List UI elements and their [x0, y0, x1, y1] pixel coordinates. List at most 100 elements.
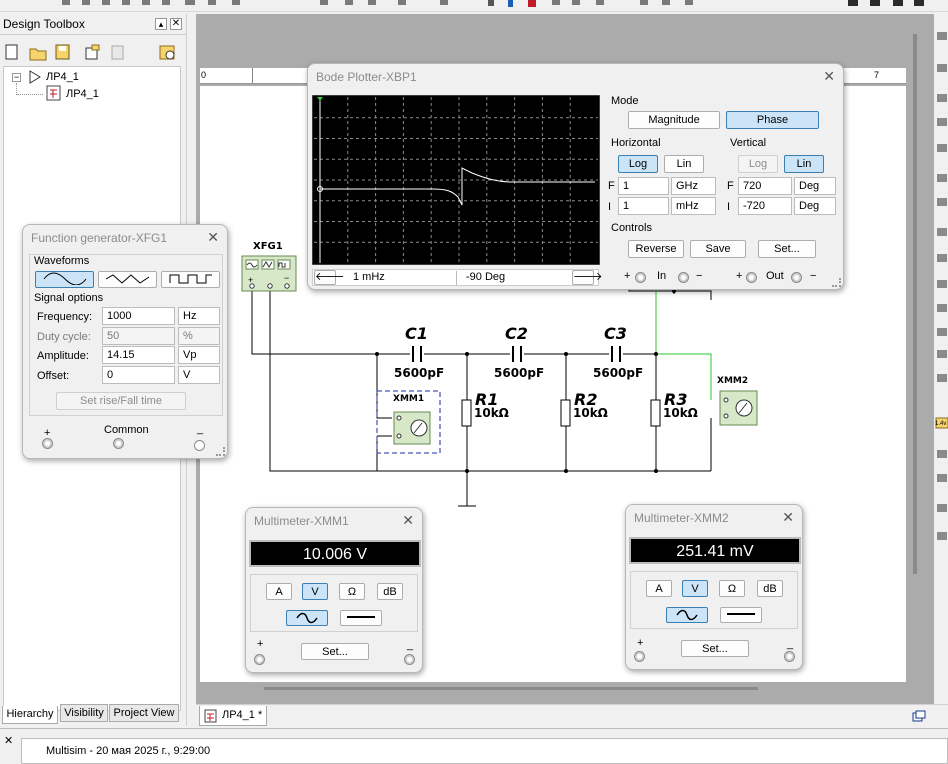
resize-grip-icon[interactable] [832, 278, 841, 287]
horizontal-final-unit[interactable]: GHz [671, 177, 716, 195]
bode-close-icon[interactable]: ✕ [823, 68, 835, 85]
r3-value: 10kΩ [663, 406, 698, 420]
c1-value: 5600pF [394, 366, 445, 380]
fgen-plus-terminal[interactable] [42, 438, 53, 449]
spreadsheet-close-icon[interactable]: ✕ [4, 734, 13, 747]
duty-cycle-input[interactable]: 50 [102, 327, 175, 345]
status-message: Multisim - 20 мая 2025 г., 9:29:00 [46, 745, 211, 757]
xmm2-ammeter-button[interactable]: A [646, 580, 672, 597]
xmm1-label: XMM1 [393, 394, 425, 404]
xmm1-title: Multimeter-XMM1 [254, 514, 349, 528]
offset-unit[interactable]: V [178, 366, 220, 384]
xmm1-close-icon[interactable]: ✕ [402, 512, 414, 529]
xmm1-set-button[interactable]: Set... [301, 643, 369, 660]
xmm2-dc-button[interactable] [720, 607, 762, 623]
in-minus-label: − [696, 270, 703, 282]
duty-cycle-unit[interactable]: % [178, 327, 220, 345]
horizontal-lin-button[interactable]: Lin [664, 155, 704, 173]
set-button[interactable]: Set... [758, 240, 816, 258]
amplitude-unit[interactable]: Vp [178, 346, 220, 364]
green-wire [655, 285, 712, 400]
capacitor-c1 [412, 346, 422, 362]
multimeter-xmm2-window[interactable]: Multimeter-XMM2 ✕ 251.41 mV A V Ω dB + S… [625, 504, 803, 670]
capacitor-c3 [611, 346, 621, 362]
fgen-minus-terminal[interactable] [194, 440, 205, 451]
frequency-input[interactable]: 1000 [102, 307, 175, 325]
magnitude-button[interactable]: Magnitude [628, 111, 720, 129]
xmm1-plus-label: + [257, 638, 264, 650]
xmm2-set-button[interactable]: Set... [681, 640, 749, 657]
amplitude-input[interactable]: 14.15 [102, 346, 175, 364]
sine-wave-button[interactable] [35, 271, 94, 288]
vertical-initial-value[interactable]: -720 [738, 197, 792, 215]
xmm1-voltmeter-button[interactable]: V [302, 583, 328, 600]
instrument-icons[interactable] [934, 14, 948, 554]
fgen-title: Function generator-XFG1 [31, 231, 168, 245]
phase-button[interactable]: Phase [726, 111, 819, 129]
horizontal-initial-value[interactable]: 1 [618, 197, 669, 215]
xmm2-plus-terminal[interactable] [634, 651, 645, 662]
save-button[interactable]: Save [690, 240, 746, 258]
spreadsheet-view: ✕ Multisim - 20 мая 2025 г., 9:29:00 [0, 728, 948, 764]
cursor-right-button[interactable]: 🡒 [572, 270, 603, 285]
xmm1-ac-button[interactable] [286, 610, 328, 626]
out-plus-terminal[interactable] [746, 272, 757, 283]
horizontal-final-value[interactable]: 1 [618, 177, 669, 195]
xmm1-dc-button[interactable] [340, 610, 382, 626]
xmm1-display: 10.006 V [249, 540, 421, 567]
window-restore-icon[interactable] [912, 710, 926, 722]
signal-options-label: Signal options [34, 292, 104, 304]
vertical-final-value[interactable]: 720 [738, 177, 792, 195]
function-generator-window[interactable]: Function generator-XFG1 ✕ Waveforms Sign… [22, 224, 228, 459]
xmm1-db-button[interactable]: dB [377, 583, 403, 600]
xmm2-display: 251.41 mV [629, 537, 801, 564]
xmm2-minus-label: _ [787, 638, 794, 650]
cursor-left-button[interactable]: 🡐 [314, 270, 345, 285]
vertical-final-unit[interactable]: Deg [794, 177, 836, 195]
reverse-button[interactable]: Reverse [628, 240, 684, 258]
xmm1-ohmmeter-button[interactable]: Ω [339, 583, 365, 600]
rise-fall-button[interactable]: Set rise/Fall time [56, 392, 186, 410]
fgen-common-terminal[interactable] [113, 438, 124, 449]
in-minus-terminal[interactable] [678, 272, 689, 283]
waveforms-label: Waveforms [34, 255, 90, 267]
vertical-lin-button[interactable]: Lin [784, 155, 824, 173]
horizontal-log-button[interactable]: Log [618, 155, 658, 173]
xmm2-close-icon[interactable]: ✕ [782, 509, 794, 526]
xmm1-minus-terminal[interactable] [404, 654, 415, 665]
bode-plot-screen[interactable] [312, 95, 600, 265]
fgen-close-icon[interactable]: ✕ [207, 229, 219, 246]
triangle-wave-icon [105, 274, 149, 284]
xmm2-minus-terminal[interactable] [784, 651, 795, 662]
schematic-tab-icon [204, 709, 217, 723]
vertical-initial-unit[interactable]: Deg [794, 197, 836, 215]
c2-value: 5600pF [494, 366, 545, 380]
out-minus-terminal[interactable] [791, 272, 802, 283]
bode-plotter-window[interactable]: Bode Plotter-XBP1 ✕ 🡐 1 mHz -90 Deg 🡒 Mo… [307, 63, 844, 290]
square-wave-button[interactable] [161, 271, 220, 288]
vertical-final-label: F [727, 180, 734, 192]
xmm2-db-button[interactable]: dB [757, 580, 783, 597]
fgen-resize-grip-icon[interactable] [216, 447, 225, 456]
xmm2-ac-button[interactable] [666, 607, 708, 623]
xfg1-symbol: + − [241, 255, 297, 292]
xmm2-ohmmeter-button[interactable]: Ω [719, 580, 745, 597]
xmm2-label: XMM2 [717, 376, 749, 386]
r2-value: 10kΩ [573, 406, 608, 420]
xmm1-plus-terminal[interactable] [254, 654, 265, 665]
c3-label: C3 [604, 324, 627, 343]
offset-input[interactable]: 0 [102, 366, 175, 384]
xmm1-symbol [393, 411, 431, 445]
xmm1-ammeter-button[interactable]: A [266, 583, 292, 600]
in-plus-terminal[interactable] [635, 272, 646, 283]
frequency-unit[interactable]: Hz [178, 307, 220, 325]
xmm2-voltmeter-button[interactable]: V [682, 580, 708, 597]
horizontal-initial-unit[interactable]: mHz [671, 197, 716, 215]
triangle-wave-button[interactable] [98, 271, 157, 288]
document-tab[interactable]: ЛР4_1 * [199, 706, 267, 726]
horizontal-final-label: F [608, 180, 615, 192]
multimeter-xmm1-window[interactable]: Multimeter-XMM1 ✕ 10.006 V A V Ω dB + Se… [245, 507, 423, 673]
vertical-log-button[interactable]: Log [738, 155, 778, 173]
svg-text:−: − [284, 273, 289, 283]
out-plus-label: + [736, 270, 743, 282]
